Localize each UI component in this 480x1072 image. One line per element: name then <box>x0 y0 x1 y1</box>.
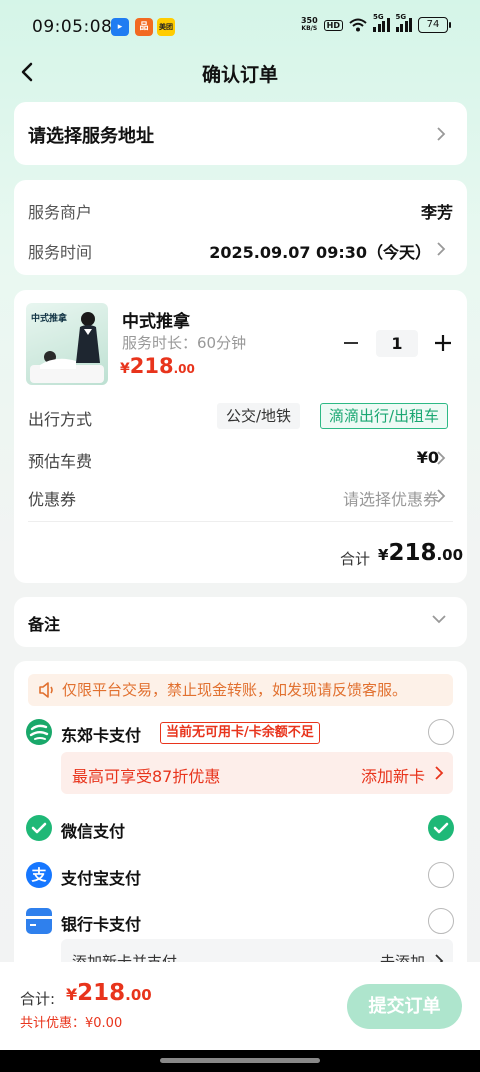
home-indicator[interactable] <box>160 1058 320 1063</box>
dongjiao-label: 东郊卡支付 <box>61 726 142 745</box>
travel-option-taxi[interactable]: 滴滴出行/出租车 <box>320 403 449 429</box>
chevron-down-icon[interactable] <box>431 614 447 624</box>
bottom-total-price: ¥218.00 <box>66 980 152 1006</box>
bottom-total-label: 合计: <box>20 990 56 1008</box>
service-name: 中式推拿 <box>122 312 190 332</box>
wifi-icon <box>349 18 367 32</box>
chevron-right-icon <box>436 126 446 142</box>
status-time: 09:05:08 <box>32 17 113 37</box>
divider <box>28 521 453 522</box>
travel-option-transit[interactable]: 公交/地铁 <box>217 403 301 429</box>
signal-icon-2: 5G <box>395 13 412 32</box>
service-time-label: 服务时间 <box>28 243 93 262</box>
service-card: 中式推拿 中式推拿 服务时长：60分钟 ¥218.00 1 出行方式 公交/地铁… <box>14 290 467 583</box>
app-blue-icon: ▸ <box>111 18 129 36</box>
quantity-value[interactable]: 1 <box>376 330 418 357</box>
address-card[interactable]: 请选择服务地址 <box>14 102 467 165</box>
service-time-value[interactable]: 2025.09.07 09:30（今天） <box>209 239 431 263</box>
page-title: 确认订单 <box>201 64 278 86</box>
provider-card: 服务商户 李芳 服务时间 2025.09.07 09:30（今天） <box>14 180 467 275</box>
service-duration: 服务时长：60分钟 <box>122 334 247 352</box>
dongjiao-promo[interactable]: 最高可享受87折优惠 添加新卡 <box>61 752 453 794</box>
signal-icon-1: 5G <box>373 13 390 32</box>
wechat-pay-icon <box>26 815 52 841</box>
meituan-icon: 美团 <box>157 18 175 36</box>
payment-card: 仅限平台交易，禁止现金转账，如发现请反馈客服。 东郊卡支付 当前无可用卡/卡余额… <box>14 661 467 1001</box>
alipay-radio[interactable] <box>428 862 454 888</box>
plus-icon[interactable] <box>432 332 454 354</box>
dongjiao-radio[interactable] <box>428 719 454 745</box>
merchant-value: 李芳 <box>420 203 453 222</box>
total-value: ¥218.00 <box>378 540 464 566</box>
notice-text: 仅限平台交易，禁止现金转账，如发现请反馈客服。 <box>62 681 408 699</box>
coupon-label: 优惠券 <box>28 490 77 509</box>
remark-card[interactable]: 备注 <box>14 597 467 647</box>
net-speed: 350 KB/S <box>300 16 318 33</box>
submit-order-button[interactable]: 提交订单 <box>347 984 462 1029</box>
service-image: 中式推拿 <box>26 303 108 385</box>
total-label: 合计 <box>340 550 371 568</box>
add-card-link[interactable]: 添加新卡 <box>361 763 425 787</box>
dongjiao-logo-icon <box>26 719 52 745</box>
speaker-icon <box>39 682 53 698</box>
bank-radio[interactable] <box>428 908 454 934</box>
bottom-bar: 合计: ¥218.00 共计优惠：¥0.00 提交订单 <box>0 962 480 1050</box>
chevron-right-icon[interactable] <box>436 450 446 466</box>
status-bar: 09:05:08 ▸ 品 美团 350 KB/S HD 5G 5G 74 <box>0 0 480 54</box>
wechat-label: 微信支付 <box>61 822 126 841</box>
wechat-radio-checked[interactable] <box>428 815 454 841</box>
remark-label: 备注 <box>28 615 61 634</box>
alipay-icon: 支 <box>26 862 52 888</box>
bank-label: 银行卡支付 <box>61 915 142 934</box>
address-placeholder: 请选择服务地址 <box>28 126 154 147</box>
alipay-label: 支付宝支付 <box>61 869 142 888</box>
minus-icon[interactable] <box>340 332 362 354</box>
bottom-discount: 共计优惠：¥0.00 <box>20 1016 123 1031</box>
bank-card-icon <box>26 908 52 934</box>
app-orange-icon: 品 <box>135 18 153 36</box>
coupon-value[interactable]: 请选择优惠券 <box>343 486 439 510</box>
hd-icon: HD <box>323 19 343 31</box>
service-price: ¥218.00 <box>120 354 195 378</box>
battery-icon: 74 <box>418 17 451 33</box>
fare-label: 预估车费 <box>28 452 93 471</box>
dongjiao-status-tag: 当前无可用卡/卡余额不足 <box>160 722 320 744</box>
travel-label: 出行方式 <box>28 410 93 429</box>
merchant-label: 服务商户 <box>28 203 93 222</box>
chevron-right-icon <box>434 765 444 781</box>
promo-text: 最高可享受87折优惠 <box>72 767 221 786</box>
nav-bar: 确认订单 <box>0 54 480 94</box>
system-nav-bar <box>0 1050 480 1072</box>
chevron-right-icon[interactable] <box>436 241 446 257</box>
notice-banner: 仅限平台交易，禁止现金转账，如发现请反馈客服。 <box>28 674 453 706</box>
chevron-right-icon[interactable] <box>436 488 446 504</box>
